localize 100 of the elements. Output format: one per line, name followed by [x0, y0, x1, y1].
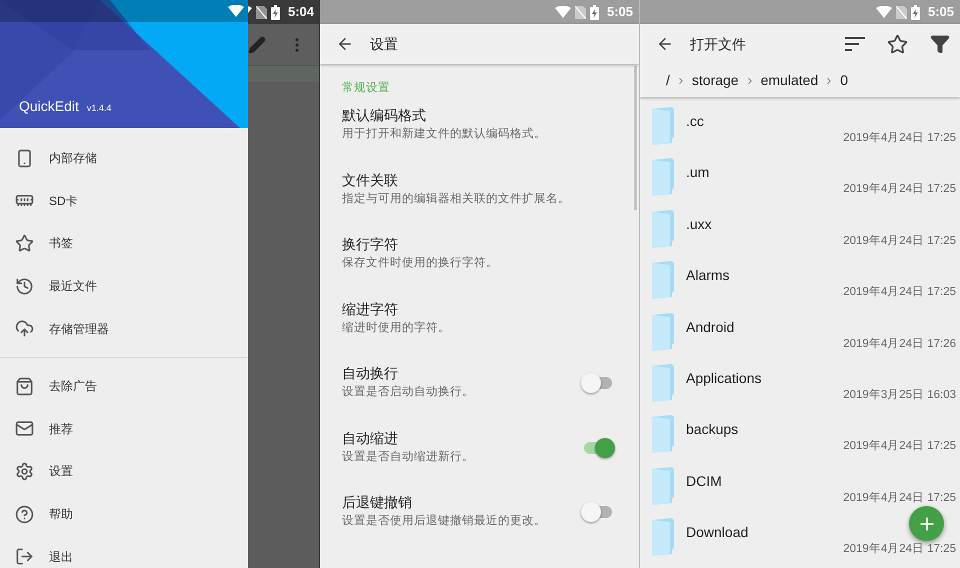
setting-description: 设置是否自动缩进新行。: [342, 449, 474, 465]
modified-date: 2019年3月25日 16:03: [843, 388, 956, 402]
folder-name: backups: [686, 420, 738, 440]
folder-icon: [650, 158, 676, 196]
settings-item[interactable]: 换行字符 保存文件时使用的换行字符。: [342, 234, 615, 299]
setting-title: 缩进字符: [342, 300, 399, 319]
modified-date: 2019年4月24日 17:25: [843, 234, 956, 248]
battery-charging-icon: [910, 4, 920, 20]
setting-title: 自动缩进: [342, 428, 399, 448]
setting-title: 自动换行: [342, 364, 399, 384]
history-icon: [15, 276, 34, 296]
filter-icon[interactable]: [930, 34, 950, 54]
modified-date: 2019年4月24日 17:25: [843, 490, 956, 505]
folder-name: Alarms: [686, 266, 730, 286]
drawer-item[interactable]: 设置: [0, 450, 248, 493]
bag-icon: [15, 376, 34, 396]
battery-charging-icon: [590, 4, 599, 20]
folder-icon: [650, 415, 676, 454]
status-time: 5:04: [288, 3, 314, 22]
setting-title: 文件关联: [342, 170, 399, 190]
sort-icon[interactable]: [845, 37, 865, 51]
settings-item[interactable]: 文件关联 指定与可用的编辑器相关联的文件扩展名。: [342, 170, 615, 234]
folder-icon: [650, 312, 676, 351]
modified-date: 2019年4月24日 17:26: [843, 336, 956, 351]
settings-item[interactable]: 默认编码格式 用于打开和新建文件的默认编码格式。: [342, 105, 615, 170]
cloud-icon: [15, 319, 34, 338]
status-time: 5:05: [606, 3, 633, 22]
no-sim-icon: [896, 6, 907, 18]
settings-item[interactable]: 自动换行 设置是否启动自动换行。: [342, 363, 615, 428]
file-row[interactable]: .cc 2019年4月24日 17:25: [640, 102, 960, 154]
add-button[interactable]: [909, 506, 944, 541]
no-sim-icon: [256, 6, 267, 18]
folder-name: .um: [686, 163, 710, 182]
app-version: v1.4.4: [86, 102, 112, 115]
drawer-item[interactable]: 推荐: [0, 408, 248, 450]
modified-date: 2019年4月24日 17:25: [843, 542, 956, 556]
setting-description: 设置是否使用后退键撤销最近的更改。: [342, 514, 546, 530]
folder-icon: [650, 261, 676, 300]
modified-date: 2019年4月24日 17:25: [843, 439, 956, 454]
file-row[interactable]: Alarms 2019年4月24日 17:25: [640, 256, 960, 308]
status-time: 5:05: [928, 3, 954, 22]
edit-icon[interactable]: [248, 36, 266, 54]
settings-item[interactable]: 后退键撤销 设置是否使用后退键撤销最近的更改。: [342, 492, 615, 557]
star-icon: [15, 234, 34, 253]
setting-description: 保存文件时使用的换行字符。: [342, 255, 498, 272]
wifi-icon: [876, 6, 892, 18]
breadcrumb-item[interactable]: emulated: [760, 70, 818, 91]
folder-name: DCIM: [686, 472, 722, 491]
settings-icon: [15, 462, 34, 481]
folder-icon: [650, 107, 676, 145]
screen-title: 打开文件: [690, 34, 747, 54]
folder-icon: [650, 364, 676, 402]
no-sim-icon: [574, 6, 586, 18]
file-row[interactable]: DCIM 2019年4月24日 17:25: [640, 462, 960, 514]
modified-date: 2019年4月24日 17:25: [843, 285, 956, 300]
drawer-item[interactable]: 退出: [0, 535, 248, 568]
breadcrumb-item[interactable]: /: [666, 70, 670, 91]
settings-item[interactable]: 自动缩进 设置是否自动缩进新行。: [342, 428, 615, 492]
setting-description: 设置是否启动自动换行。: [342, 384, 474, 400]
exit-icon: [15, 547, 34, 566]
drawer-item[interactable]: 帮助: [0, 492, 248, 536]
folder-name: Android: [686, 318, 734, 337]
file-row[interactable]: Android 2019年4月24日 17:26: [640, 308, 960, 359]
drawer-item[interactable]: 内部存储: [0, 137, 248, 180]
breadcrumb-item[interactable]: storage: [692, 70, 739, 91]
file-row[interactable]: backups 2019年4月24日 17:25: [640, 410, 960, 462]
setting-title: 后退键撤销: [342, 493, 413, 512]
folder-name: Applications: [686, 368, 762, 388]
setting-title: 换行字符: [342, 235, 399, 254]
modified-date: 2019年4月24日 17:25: [843, 182, 956, 196]
breadcrumb-item[interactable]: 0: [840, 70, 848, 91]
phone-icon: [15, 148, 34, 168]
mail-icon: [15, 419, 34, 438]
wifi-icon: [554, 6, 571, 18]
back-icon[interactable]: [336, 35, 354, 53]
file-row[interactable]: Applications 2019年3月25日 16:03: [640, 358, 960, 410]
drawer-item[interactable]: SD卡: [0, 180, 248, 222]
drawer-item[interactable]: 书签: [0, 222, 248, 265]
setting-description: 用于打开和新建文件的默认编码格式。: [342, 126, 546, 142]
drawer-item[interactable]: 去除广告: [0, 364, 248, 408]
modified-date: 2019年4月24日 17:25: [843, 131, 956, 145]
setting-description: 指定与可用的编辑器相关联的文件扩展名。: [342, 191, 570, 207]
folder-name: .uxx: [686, 214, 712, 234]
drawer-item[interactable]: 最近文件: [0, 264, 248, 308]
star-icon[interactable]: [887, 34, 908, 54]
folder-name: .cc: [686, 112, 704, 131]
file-row[interactable]: Download 2019年4月24日 17:25: [640, 513, 960, 565]
app-name: QuickEdit: [19, 97, 79, 116]
help-icon: [15, 504, 34, 524]
folder-icon: [650, 466, 676, 505]
settings-item[interactable]: 缩进字符 缩进时使用的字符。: [342, 298, 615, 364]
file-row[interactable]: .uxx 2019年4月24日 17:25: [640, 204, 960, 256]
drawer-item[interactable]: 存储管理器: [0, 307, 248, 350]
folder-icon: [650, 210, 676, 248]
setting-title: 默认编码格式: [342, 106, 427, 126]
file-row[interactable]: .um 2019年4月24日 17:25: [640, 153, 960, 205]
section-header: 常规设置: [342, 80, 391, 96]
setting-description: 缩进时使用的字符。: [342, 320, 450, 336]
back-icon[interactable]: [656, 35, 674, 53]
folder-icon: [650, 518, 676, 556]
